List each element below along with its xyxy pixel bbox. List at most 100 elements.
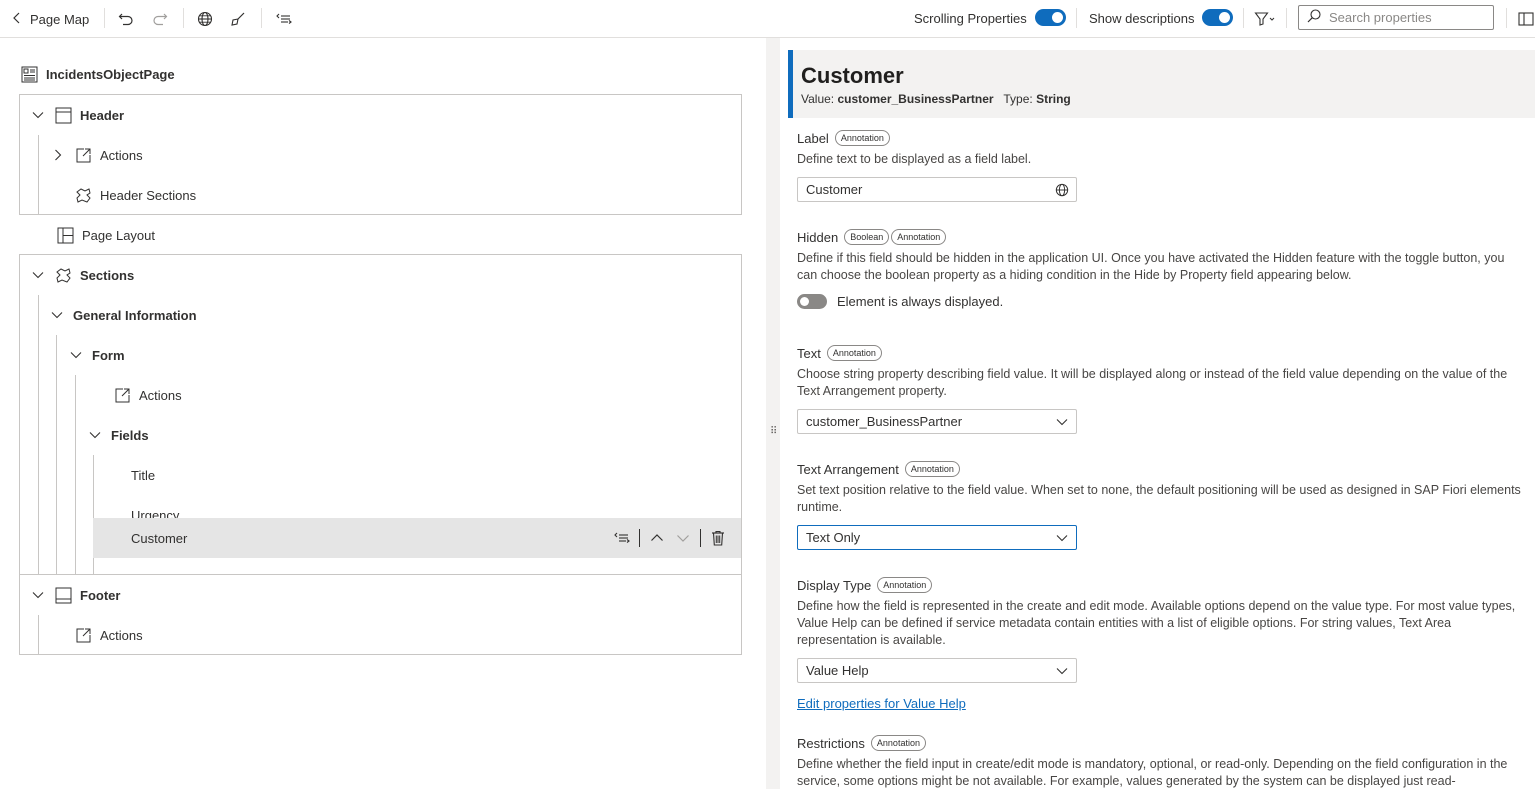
annotation-badge: Annotation: [891, 229, 947, 245]
hidden-property-name: Hidden: [797, 229, 839, 245]
chevron-down-icon[interactable]: [30, 267, 46, 283]
footer-group: Footer Actions: [19, 574, 742, 655]
hidden-toggle[interactable]: [797, 294, 827, 309]
sections-icon: [74, 186, 92, 204]
actions-icon: [74, 626, 92, 644]
actions-icon: [74, 146, 92, 164]
sections-icon: [54, 266, 72, 284]
text-arrangement-property: Text Arrangement Annotation Set text pos…: [797, 460, 1527, 550]
tree-node-header[interactable]: Header: [30, 95, 124, 135]
restrictions-property-description: Define whether the field input in create…: [797, 757, 1508, 788]
restrictions-property-name: Restrictions: [797, 735, 865, 751]
actions-icon: [113, 386, 131, 404]
boolean-badge: Boolean: [844, 229, 890, 245]
globe-icon[interactable]: [1054, 182, 1070, 198]
tree-guide-line: [56, 335, 57, 575]
annotation-badge: Annotation: [870, 735, 926, 751]
object-page-icon: [20, 65, 38, 83]
search-properties-box[interactable]: [1298, 5, 1494, 30]
search-input[interactable]: [1329, 10, 1479, 25]
move-down-icon[interactable]: [674, 529, 692, 547]
redo-icon[interactable]: [150, 9, 170, 29]
clean-brush-icon[interactable]: [228, 9, 248, 29]
chevron-down-icon[interactable]: [49, 307, 65, 323]
hidden-property: Hidden Boolean Annotation Define if this…: [797, 228, 1527, 309]
annotation-badge: Annotation: [904, 461, 960, 477]
chevron-left-icon: [12, 12, 22, 27]
tree-node-field-customer[interactable]: Customer: [131, 518, 187, 558]
chevron-down-icon: [1054, 530, 1070, 546]
label-property: Label Annotation Define text to be displ…: [797, 129, 1527, 202]
toolbar-divider: [1286, 8, 1287, 28]
tree-node-sections[interactable]: Sections: [30, 255, 134, 295]
label-input[interactable]: Customer: [797, 177, 1077, 202]
chevron-down-icon[interactable]: [30, 587, 46, 603]
show-descriptions-label: Show descriptions: [1089, 10, 1195, 26]
back-label: Page Map: [30, 11, 90, 27]
tree-guide-line: [75, 375, 76, 575]
tree-guide-line: [38, 615, 39, 655]
text-arrangement-dropdown[interactable]: Text Only: [797, 525, 1077, 550]
chevron-down-icon[interactable]: [68, 347, 84, 363]
chevron-down-icon[interactable]: [87, 427, 103, 443]
filter-icon[interactable]: [1252, 9, 1278, 29]
toolbar-divider: [1506, 8, 1507, 28]
toolbar-divider: [183, 8, 184, 28]
property-value: customer_BusinessPartner: [837, 92, 994, 106]
annotation-badge: Annotation: [877, 577, 933, 593]
globe-icon[interactable]: [195, 9, 215, 29]
text-dropdown[interactable]: customer_BusinessPartner: [797, 409, 1077, 434]
tree-node-footer-actions[interactable]: Actions: [74, 615, 143, 655]
hidden-toggle-row: Element is always displayed.: [797, 294, 1527, 309]
page-layout-icon: [56, 226, 74, 244]
scrolling-properties-toggle[interactable]: [1035, 9, 1066, 26]
outline-view-icon[interactable]: [274, 9, 294, 29]
display-type-property: Display Type Annotation Define how the f…: [797, 576, 1527, 711]
delete-icon[interactable]: [709, 529, 727, 547]
annotation-badge: Annotation: [826, 345, 882, 361]
label-property-name: Label: [797, 130, 829, 146]
chevron-down-icon[interactable]: [30, 107, 46, 123]
tree-node-footer[interactable]: Footer: [30, 575, 120, 615]
toolbar-divider: [104, 8, 105, 28]
tree-node-form[interactable]: Form: [68, 335, 125, 375]
toolbar-divider: [1243, 8, 1244, 28]
drag-handle-icon[interactable]: ⠿: [770, 426, 777, 437]
text-arrangement-property-name: Text Arrangement: [797, 461, 899, 477]
toolbar-divider: [261, 8, 262, 28]
tree-node-header-actions[interactable]: Actions: [50, 135, 143, 175]
tree-node-form-actions[interactable]: Actions: [113, 375, 182, 415]
header-group: Header Actions Header Sections: [19, 94, 742, 215]
edit-value-help-link[interactable]: Edit properties for Value Help: [797, 696, 966, 711]
restrictions-property: Restrictions Annotation Define whether t…: [797, 734, 1527, 789]
tree-node-field-title[interactable]: Title: [131, 455, 155, 495]
show-descriptions-toggle[interactable]: [1202, 9, 1233, 26]
tree-node-general-information[interactable]: General Information: [49, 295, 197, 335]
move-up-icon[interactable]: [648, 529, 666, 547]
tree-node-field-customer-selected[interactable]: Customer: [93, 518, 741, 558]
outline-view-icon[interactable]: [613, 529, 631, 547]
tree-guide-line: [38, 135, 39, 215]
page-title: IncidentsObjectPage: [20, 65, 175, 83]
row-actions-divider: [639, 529, 640, 547]
hidden-property-description: Define if this field should be hidden in…: [797, 251, 1505, 282]
text-arrangement-property-description: Set text position relative to the field …: [797, 483, 1521, 514]
toolbar-divider: [1076, 8, 1077, 28]
chevron-right-icon[interactable]: [50, 147, 66, 163]
undo-icon[interactable]: [116, 9, 136, 29]
chevron-down-icon: [1054, 663, 1070, 679]
back-to-page-map-button[interactable]: Page Map: [12, 0, 89, 38]
tree-node-header-sections[interactable]: Header Sections: [74, 175, 196, 215]
tree-node-page-layout[interactable]: Page Layout: [56, 215, 155, 255]
footer-icon: [54, 586, 72, 604]
search-icon: [1307, 9, 1321, 26]
property-meta: Value: customer_BusinessPartner Type: St…: [801, 92, 1071, 106]
toolbar: Page Map Scrolling Properties Show descr…: [0, 0, 1535, 38]
tree-node-fields[interactable]: Fields: [87, 415, 149, 455]
hidden-toggle-text: Element is always displayed.: [837, 294, 1004, 309]
properties-panel: Customer Value: customer_BusinessPartner…: [780, 38, 1535, 789]
display-type-dropdown[interactable]: Value Help: [797, 658, 1077, 683]
panel-splitter[interactable]: ⠿: [766, 38, 780, 789]
panel-layout-icon[interactable]: [1518, 9, 1535, 29]
display-type-property-name: Display Type: [797, 577, 872, 593]
